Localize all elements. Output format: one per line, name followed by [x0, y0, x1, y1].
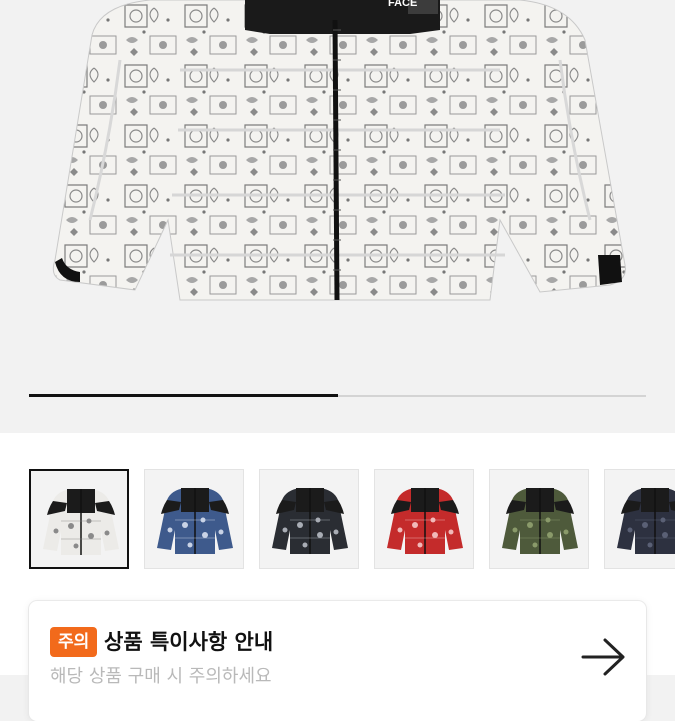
thumbnail-jacket-image — [502, 488, 578, 554]
brand-logo: FACE — [388, 0, 418, 9]
notice-title: 상품 특이사항 안내 — [104, 630, 274, 654]
thumbnail-jacket-image — [43, 489, 119, 555]
jacket-photo — [52, 0, 626, 301]
product-notice-card[interactable]: 주의 상품 특이사항 안내 해당 상품 구매 시 주의하세요 — [29, 601, 646, 721]
thumbnail-jacket-image — [387, 488, 463, 554]
thumbnail-jacket-image — [157, 488, 233, 554]
thumbnail-jacket-image — [272, 488, 348, 554]
notice-subtitle: 해당 상품 구매 시 주의하세요 — [50, 666, 272, 687]
thumbnail-navy-camo[interactable] — [604, 469, 675, 569]
thumbnail-red-bandana[interactable] — [374, 469, 474, 569]
product-image-viewer[interactable]: FACE — [0, 0, 675, 433]
caution-badge: 주의 — [50, 627, 98, 657]
gallery-progress-fill — [29, 394, 338, 397]
thumbnail-white-bandana[interactable] — [29, 469, 129, 569]
thumbnail-green-camo[interactable] — [489, 469, 589, 569]
gallery-progress-track — [29, 394, 646, 397]
thumbnail-jacket-image — [617, 488, 675, 554]
arrow-right-icon[interactable] — [581, 637, 627, 677]
thumbnail-blue-bandana[interactable] — [144, 469, 244, 569]
thumbnail-black-bandana[interactable] — [259, 469, 359, 569]
